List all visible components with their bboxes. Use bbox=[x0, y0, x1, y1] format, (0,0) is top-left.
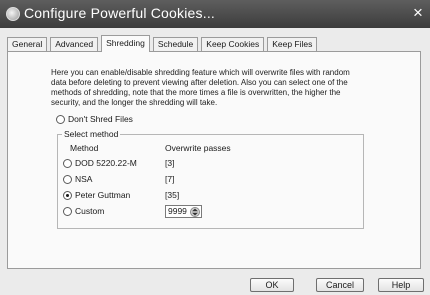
tab-strip: General Advanced Shredding Schedule Keep… bbox=[7, 35, 320, 52]
method-column-header: Method bbox=[70, 143, 99, 153]
dont-shred-option[interactable]: Don't Shred Files bbox=[56, 114, 133, 124]
method-dod-option[interactable]: DOD 5220.22-M bbox=[63, 158, 137, 168]
method-custom-option[interactable]: Custom bbox=[63, 206, 104, 216]
method-dod-radio[interactable] bbox=[63, 158, 72, 168]
tab-shredding[interactable]: Shredding bbox=[101, 35, 150, 52]
tab-keep-cookies[interactable]: Keep Cookies bbox=[201, 37, 265, 51]
passes-column-header: Overwrite passes bbox=[165, 143, 231, 153]
custom-passes-value[interactable]: 9999 bbox=[166, 206, 190, 217]
tab-advanced[interactable]: Advanced bbox=[50, 37, 99, 51]
method-guttman-option[interactable]: Peter Guttman bbox=[63, 190, 130, 200]
custom-passes-spinner[interactable]: 9999 bbox=[165, 205, 202, 218]
method-dod-passes: [3] bbox=[165, 158, 175, 168]
method-nsa-radio[interactable] bbox=[63, 174, 72, 184]
method-nsa-option[interactable]: NSA bbox=[63, 174, 92, 184]
tab-schedule[interactable]: Schedule bbox=[152, 37, 199, 51]
method-guttman-label: Peter Guttman bbox=[75, 190, 131, 200]
cookie-app-icon bbox=[6, 7, 20, 21]
shredding-description: Here you can enable/disable shredding fe… bbox=[51, 68, 350, 107]
dont-shred-radio[interactable] bbox=[56, 114, 65, 124]
method-guttman-radio[interactable] bbox=[63, 190, 72, 200]
cancel-button[interactable]: Cancel bbox=[316, 278, 364, 292]
tab-general[interactable]: General bbox=[7, 37, 48, 51]
method-nsa-label: NSA bbox=[75, 174, 93, 184]
close-icon[interactable]: × bbox=[410, 4, 426, 21]
spin-updown-icon[interactable] bbox=[190, 206, 200, 217]
select-method-legend: Select method bbox=[62, 129, 121, 139]
method-custom-radio[interactable] bbox=[63, 206, 72, 216]
title-bar: Configure Powerful Cookies... × bbox=[0, 0, 430, 28]
dont-shred-label: Don't Shred Files bbox=[68, 114, 133, 124]
method-guttman-passes: [35] bbox=[165, 190, 180, 200]
method-dod-label: DOD 5220.22-M bbox=[75, 158, 137, 168]
help-button[interactable]: Help bbox=[378, 278, 424, 292]
method-nsa-passes: [7] bbox=[165, 174, 175, 184]
ok-button[interactable]: OK bbox=[250, 278, 294, 292]
window-title: Configure Powerful Cookies... bbox=[24, 5, 215, 21]
tab-keep-files[interactable]: Keep Files bbox=[267, 37, 318, 51]
method-custom-label: Custom bbox=[75, 206, 105, 216]
spin-arrows-icon bbox=[192, 208, 198, 215]
